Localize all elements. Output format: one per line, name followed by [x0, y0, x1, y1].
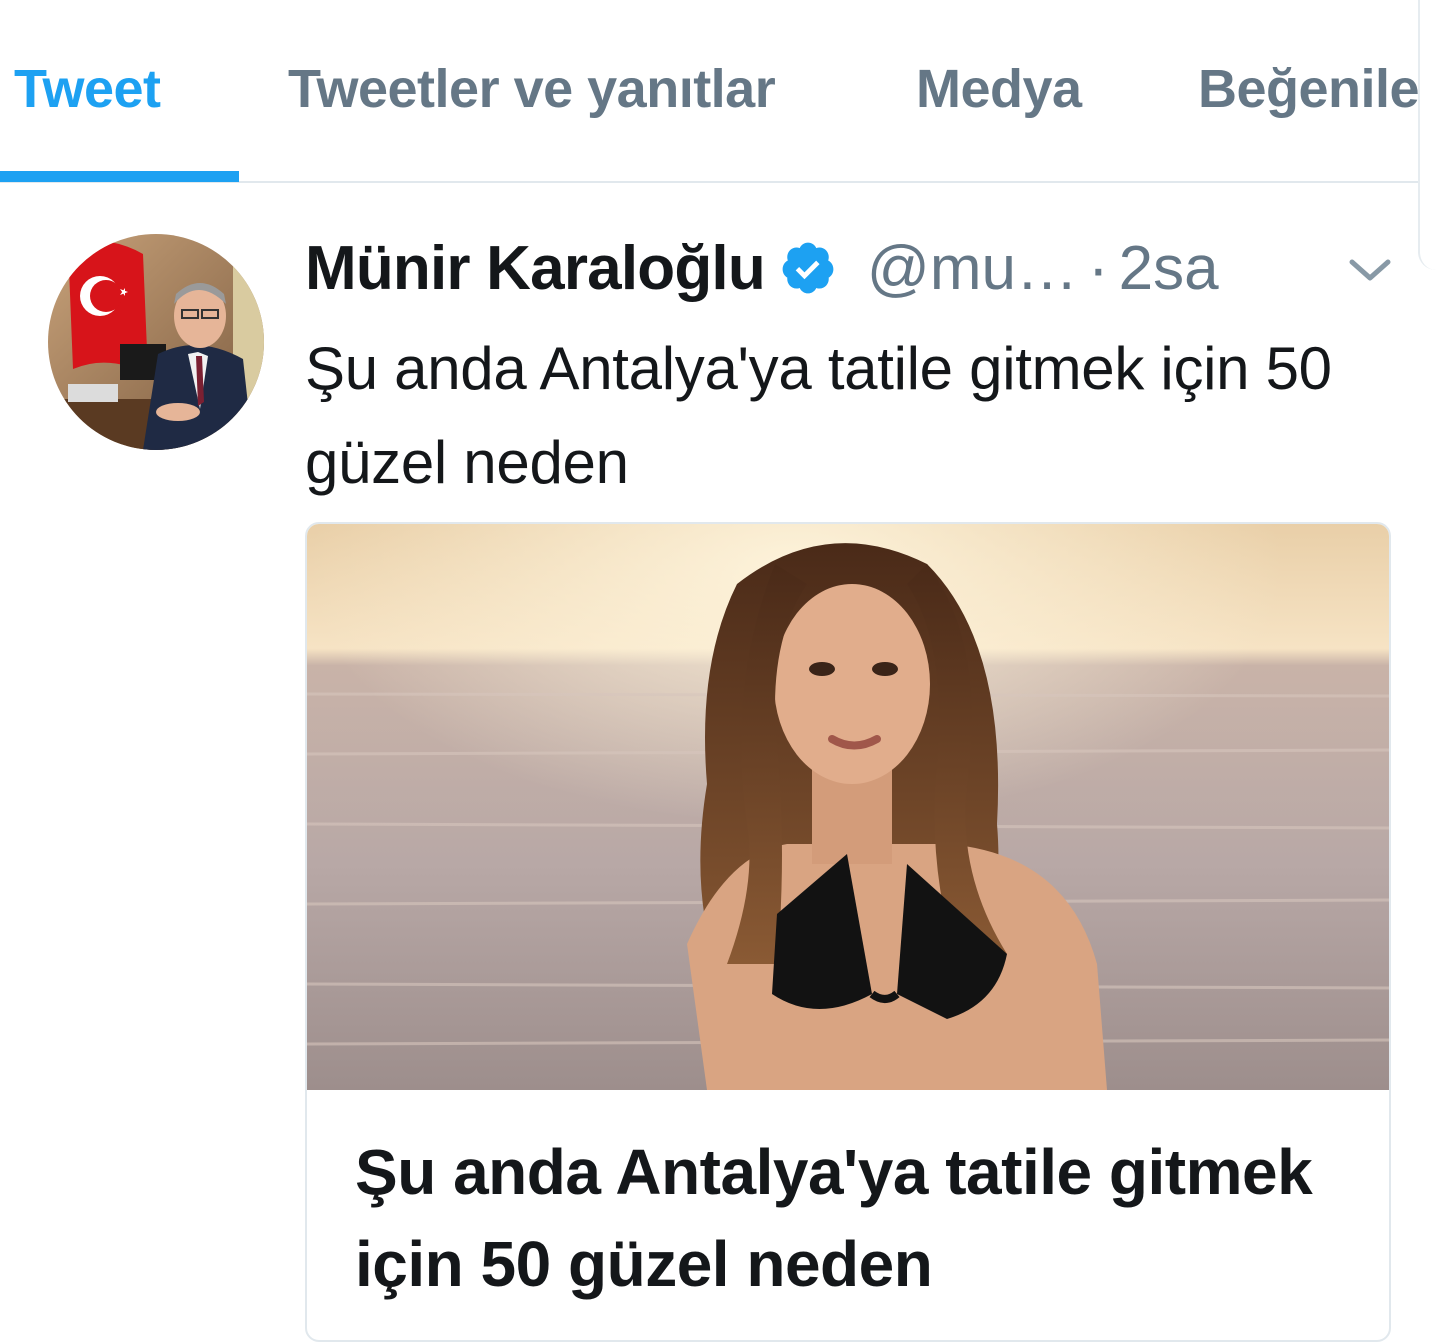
chevron-down-icon[interactable] — [1344, 250, 1396, 290]
tweet-header: Münir Karaloğlu @mu… · 2sa — [305, 228, 1219, 308]
tab-likes[interactable]: Beğeniler — [1198, 58, 1440, 120]
tab-tweets-and-replies[interactable]: Tweetler ve yanıtlar — [288, 58, 776, 120]
author-name[interactable]: Münir Karaloğlu — [305, 233, 766, 304]
profile-tab-bar: Tweet Tweetler ve yanıtlar Medya Beğenil… — [0, 0, 1440, 183]
tweet-timestamp[interactable]: 2sa — [1119, 233, 1219, 304]
tweet-text: Şu anda Antalya'ya tatile gitmek için 50… — [305, 335, 1332, 496]
tab-tweets[interactable]: Tweet — [14, 58, 161, 120]
avatar[interactable] — [48, 234, 264, 450]
separator-dot: · — [1087, 233, 1109, 303]
scrollbar-edge — [1418, 0, 1440, 270]
tab-media[interactable]: Medya — [916, 58, 1082, 120]
link-card[interactable]: Şu anda Antalya'ya tatile gitmek için 50… — [305, 522, 1391, 1342]
card-image — [307, 524, 1389, 1090]
card-title[interactable]: Şu anda Antalya'ya tatile gitmek için 50… — [355, 1126, 1355, 1310]
verified-badge-icon — [782, 242, 834, 294]
author-handle[interactable]: @mu… — [867, 233, 1078, 304]
avatar-image — [48, 234, 264, 450]
active-tab-indicator — [0, 171, 239, 182]
